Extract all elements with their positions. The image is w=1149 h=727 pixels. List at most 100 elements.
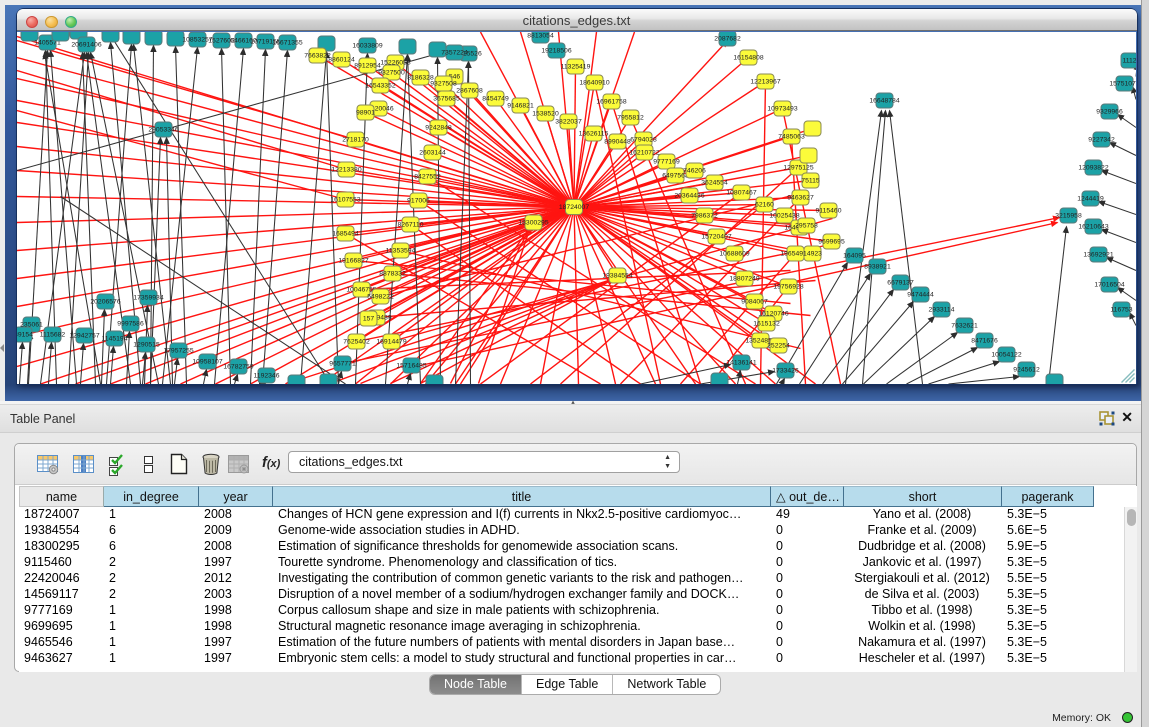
svg-text:16961758: 16961758 (596, 98, 626, 105)
svg-text:15751074: 15751074 (1109, 80, 1136, 87)
svg-text:3215958: 3215958 (1055, 212, 1082, 219)
svg-text:20691406: 20691406 (71, 41, 101, 48)
svg-text:1192346: 1192346 (253, 372, 279, 379)
svg-text:7955812: 7955812 (617, 114, 644, 121)
svg-text:9657771: 9657771 (329, 360, 356, 367)
svg-text:10688609: 10688609 (719, 250, 749, 257)
svg-text:15720407: 15720407 (701, 233, 731, 240)
svg-text:116753: 116753 (1110, 306, 1132, 313)
svg-text:8878332: 8878332 (379, 270, 406, 277)
svg-text:1290515: 1290515 (133, 341, 160, 348)
svg-text:6794028: 6794028 (630, 136, 657, 143)
svg-text:8427552: 8427552 (414, 173, 441, 180)
svg-text:164095: 164095 (843, 252, 866, 259)
svg-text:12942757: 12942757 (69, 332, 99, 339)
svg-text:3624554: 3624554 (701, 179, 728, 186)
svg-text:10973493: 10973493 (767, 105, 797, 112)
svg-text:16210722: 16210722 (629, 149, 659, 156)
svg-text:18640910: 18640910 (579, 79, 609, 86)
svg-text:295758: 295758 (795, 222, 818, 229)
svg-text:17016504: 17016504 (1094, 281, 1124, 288)
svg-text:10054122: 10054122 (991, 351, 1021, 358)
svg-text:7625402: 7625402 (343, 338, 370, 345)
svg-text:7632621: 7632621 (951, 322, 978, 329)
svg-text:12975125: 12975125 (783, 164, 813, 171)
svg-text:17359934: 17359934 (133, 294, 163, 301)
svg-text:19756928: 19756928 (773, 283, 803, 290)
svg-text:9327500: 9327500 (378, 69, 405, 76)
svg-text:16543352: 16543352 (365, 82, 395, 89)
svg-text:5498222: 5498222 (367, 293, 394, 300)
svg-text:1244419: 1244419 (1077, 195, 1104, 202)
svg-text:12093822: 12093822 (1078, 164, 1108, 171)
svg-text:13692921: 13692921 (1083, 251, 1113, 258)
svg-text:10807467: 10807467 (726, 189, 756, 196)
svg-text:2603144: 2603144 (419, 149, 446, 156)
svg-text:18724007: 18724007 (558, 204, 588, 211)
svg-text:9997586: 9997586 (117, 320, 144, 327)
svg-text:746206: 746206 (683, 167, 706, 174)
svg-text:8912954: 8912954 (354, 62, 381, 69)
svg-text:1145194: 1145194 (101, 335, 127, 342)
svg-text:9777169: 9777169 (653, 158, 680, 165)
svg-text:6679137: 6679137 (887, 279, 914, 286)
svg-text:8813054: 8813054 (527, 32, 554, 39)
svg-text:16210643: 16210643 (1078, 223, 1108, 230)
svg-text:11325419: 11325419 (560, 63, 590, 70)
svg-text:16033809: 16033809 (352, 42, 382, 49)
svg-text:19384554: 19384554 (602, 272, 632, 279)
svg-text:8938921: 8938921 (864, 263, 891, 270)
svg-text:16782759: 16782759 (223, 363, 253, 370)
svg-text:10958107: 10958107 (192, 358, 222, 365)
svg-text:9146821: 9146821 (507, 102, 534, 109)
svg-text:1733426: 1733426 (772, 367, 799, 374)
svg-text:75115: 75115 (801, 177, 820, 184)
svg-text:2718170: 2718170 (342, 136, 369, 143)
svg-text:14923: 14923 (803, 250, 822, 257)
svg-text:917006: 917006 (407, 197, 430, 204)
svg-text:20206576: 20206576 (90, 298, 120, 305)
svg-text:19218506: 19218506 (541, 47, 571, 54)
svg-text:98901: 98901 (356, 109, 375, 116)
svg-text:8267110: 8267110 (397, 221, 423, 228)
svg-text:2933114: 2933114 (928, 306, 954, 313)
svg-text:9115460: 9115460 (815, 207, 841, 214)
svg-text:3822037: 3822037 (555, 118, 582, 125)
svg-text:9084067: 9084067 (741, 298, 768, 305)
svg-text:1112: 1112 (1122, 57, 1136, 64)
svg-text:1685494: 1685494 (332, 230, 359, 237)
svg-text:8471676: 8471676 (971, 337, 998, 344)
svg-text:11353594: 11353594 (385, 247, 415, 254)
svg-text:1615132: 1615132 (753, 320, 780, 327)
svg-text:19166827: 19166827 (338, 257, 368, 264)
svg-text:9463627: 9463627 (787, 194, 814, 201)
svg-text:16914479: 16914479 (376, 338, 406, 345)
svg-text:16671355: 16671355 (272, 39, 302, 46)
svg-text:7357224: 7357224 (441, 49, 468, 56)
svg-text:2867608: 2867608 (456, 87, 483, 94)
svg-text:17957255: 17957255 (163, 347, 193, 354)
svg-text:16154808: 16154808 (733, 54, 763, 61)
svg-text:9699695: 9699695 (818, 238, 845, 245)
svg-text:7663822: 7663822 (304, 52, 331, 59)
svg-text:9245612: 9245612 (1013, 366, 1040, 373)
svg-text:16107553: 16107553 (330, 196, 360, 203)
svg-text:12213967: 12213967 (750, 78, 780, 85)
svg-text:15716485: 15716485 (396, 362, 426, 369)
svg-text:9242848: 9242848 (425, 124, 452, 131)
svg-text:12213380: 12213380 (331, 166, 361, 173)
svg-text:9227342: 9227342 (1088, 136, 1115, 143)
svg-text:1538520: 1538520 (532, 110, 559, 117)
svg-text:20364436: 20364436 (674, 192, 704, 199)
svg-text:39154: 39154 (17, 331, 33, 338)
svg-text:157: 157 (362, 315, 374, 322)
svg-text:8860124: 8860124 (328, 56, 355, 63)
svg-text:3675685: 3675685 (433, 95, 460, 102)
svg-text:16648784: 16648784 (869, 97, 899, 104)
svg-text:7485063: 7485063 (778, 133, 805, 140)
svg-text:9327508: 9327508 (430, 80, 457, 87)
svg-text:1115682: 1115682 (39, 331, 65, 338)
svg-text:9329966: 9329966 (1096, 108, 1123, 115)
svg-text:2087682: 2087682 (714, 35, 741, 42)
svg-text:18300295: 18300295 (518, 219, 548, 226)
